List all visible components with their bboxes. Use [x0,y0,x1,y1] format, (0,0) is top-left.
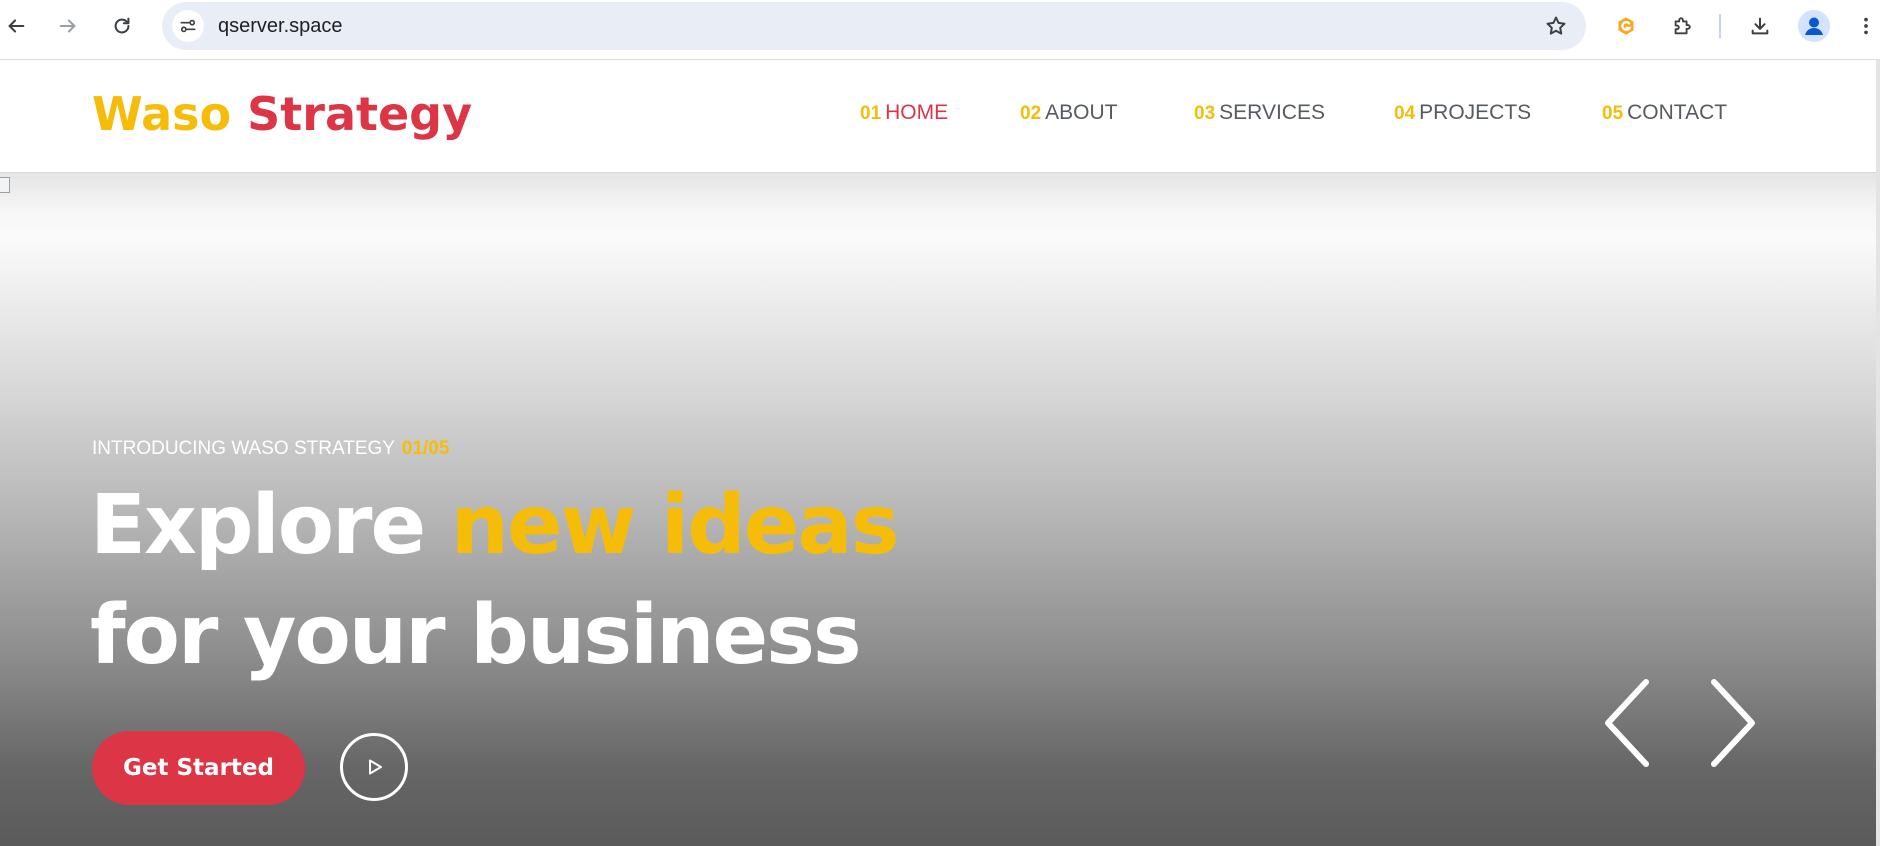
nav-label: HOME [885,101,949,124]
star-icon[interactable] [1542,12,1570,40]
slide-counter: 01/05 [401,438,450,459]
nav-number: 01 [860,103,882,124]
headline-accent: new ideas [450,478,900,573]
logo-word-1: Waso [92,87,232,141]
site-header: Waso Strategy 01 HOME 02 ABOUT 03 SERVICES … [0,61,1876,173]
page-scrollbar[interactable] [1876,60,1880,846]
prev-slide-button[interactable] [1600,678,1656,768]
get-started-button[interactable]: Get Started [92,731,305,805]
nav-label: SERVICES [1219,101,1325,124]
nav-item-home[interactable]: 01 HOME [860,101,948,125]
next-slide-button[interactable] [1704,678,1760,768]
logo-word-2: Strategy [247,87,473,141]
nav-number: 03 [1194,103,1216,124]
browser-toolbar: qserver.space [0,0,1880,60]
nav-item-about[interactable]: 02 ABOUT [1020,101,1117,125]
extensions-icon[interactable] [1664,8,1700,44]
site-logo[interactable]: Waso Strategy [92,87,472,141]
nav-label: PROJECTS [1419,101,1532,124]
nav-label: CONTACT [1627,101,1728,124]
profile-icon[interactable] [1798,10,1830,42]
hero-slider: INTRODUCING WASO STRATEGY 01/05 Explore … [0,173,1876,846]
header-shadow [0,173,1876,213]
url-text[interactable]: qserver.space [218,2,343,50]
hero-eyebrow-text: INTRODUCING WASO STRATEGY [92,438,395,459]
chevron-right-icon [1711,679,1755,767]
download-icon[interactable] [1742,8,1778,44]
broken-image-icon [0,177,10,193]
site-info-icon[interactable] [172,10,204,42]
nav-number: 02 [1020,103,1042,124]
address-bar[interactable]: qserver.space [162,2,1586,50]
nav-item-projects[interactable]: 04 PROJECTS [1394,101,1531,125]
grammarly-extension-icon[interactable] [1608,8,1644,44]
reload-icon[interactable] [104,8,140,44]
headline-part-1: Explore [90,478,426,573]
back-icon[interactable] [0,8,34,44]
play-video-button[interactable] [340,733,408,801]
nav-number: 05 [1602,103,1624,124]
hero-eyebrow: INTRODUCING WASO STRATEGY 01/05 [92,438,449,460]
chevron-left-icon [1605,679,1649,767]
forward-icon[interactable] [50,8,86,44]
headline-line-2: for your business [90,588,862,683]
nav-item-contact[interactable]: 05 CONTACT [1602,101,1727,125]
nav-number: 04 [1394,103,1416,124]
nav-label: ABOUT [1045,101,1118,124]
toolbar-divider [1719,14,1721,38]
play-icon [369,759,382,775]
nav-item-services[interactable]: 03 SERVICES [1194,101,1325,125]
menu-icon[interactable] [1852,8,1880,44]
hero-headline: Explore new ideas for your business [90,471,900,691]
